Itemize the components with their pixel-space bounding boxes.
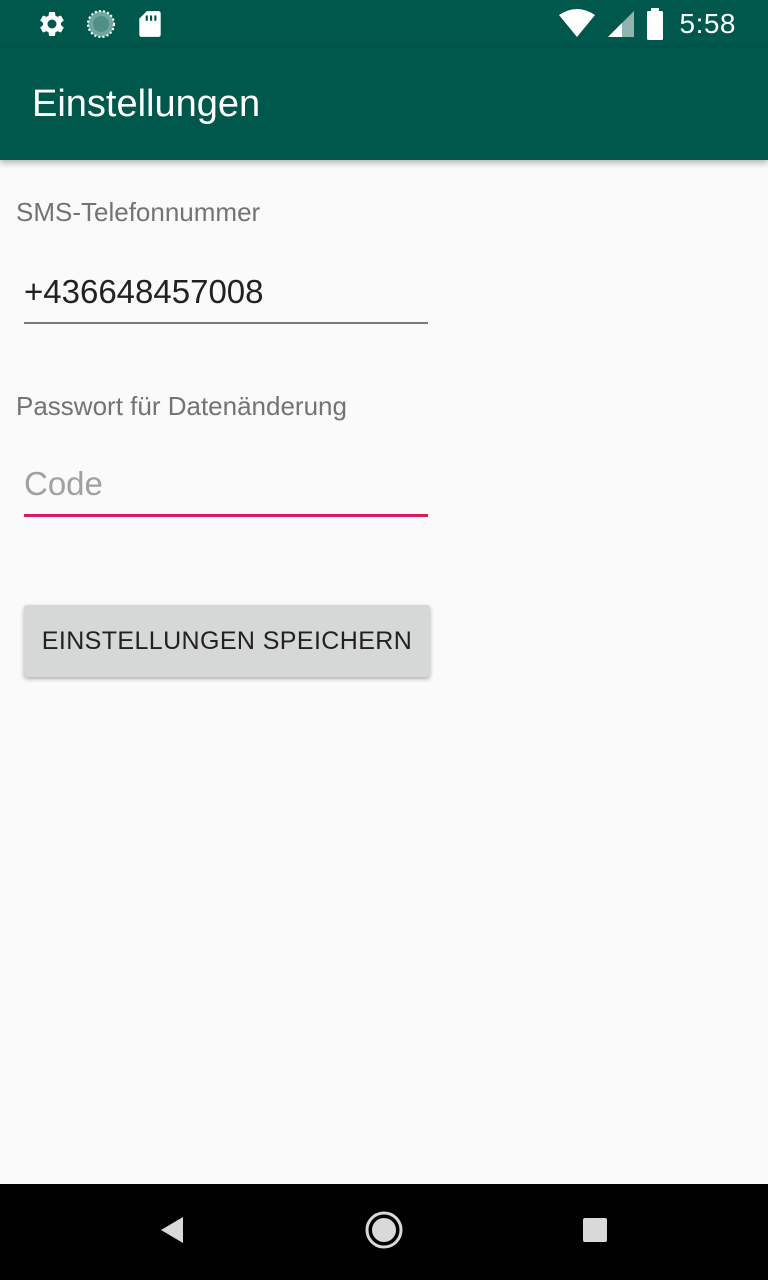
- phone-label: SMS-Telefonnummer: [16, 197, 261, 227]
- settings-screen: 5:58 Einstellungen SMS-Telefonnummer Pas…: [0, 0, 768, 1280]
- sd-card-icon: [134, 8, 166, 40]
- password-label: Passwort für Datenänderung: [16, 391, 347, 421]
- status-right-icons: 5:58: [558, 6, 737, 42]
- status-left-icons: [36, 8, 183, 40]
- recents-button[interactable]: [563, 1200, 627, 1264]
- navigation-bar: [0, 1184, 768, 1280]
- home-icon: [364, 1210, 404, 1255]
- app-bar: Einstellungen: [0, 48, 768, 160]
- cell-signal-icon: [606, 9, 636, 39]
- back-icon: [159, 1215, 185, 1250]
- code-input[interactable]: [24, 454, 428, 517]
- save-settings-button[interactable]: EINSTELLUNGEN SPEICHERN: [24, 605, 430, 677]
- phone-number-input[interactable]: [24, 262, 428, 324]
- sync-progress-icon: [85, 8, 117, 40]
- page-title: Einstellungen: [32, 83, 261, 125]
- battery-icon: [646, 8, 664, 40]
- home-button[interactable]: [352, 1200, 416, 1264]
- wifi-icon: [558, 9, 596, 39]
- status-time: 5:58: [679, 8, 736, 39]
- gear-icon: [36, 8, 68, 40]
- status-bar: 5:58: [0, 0, 768, 48]
- recents-icon: [582, 1217, 608, 1248]
- back-button[interactable]: [140, 1200, 204, 1264]
